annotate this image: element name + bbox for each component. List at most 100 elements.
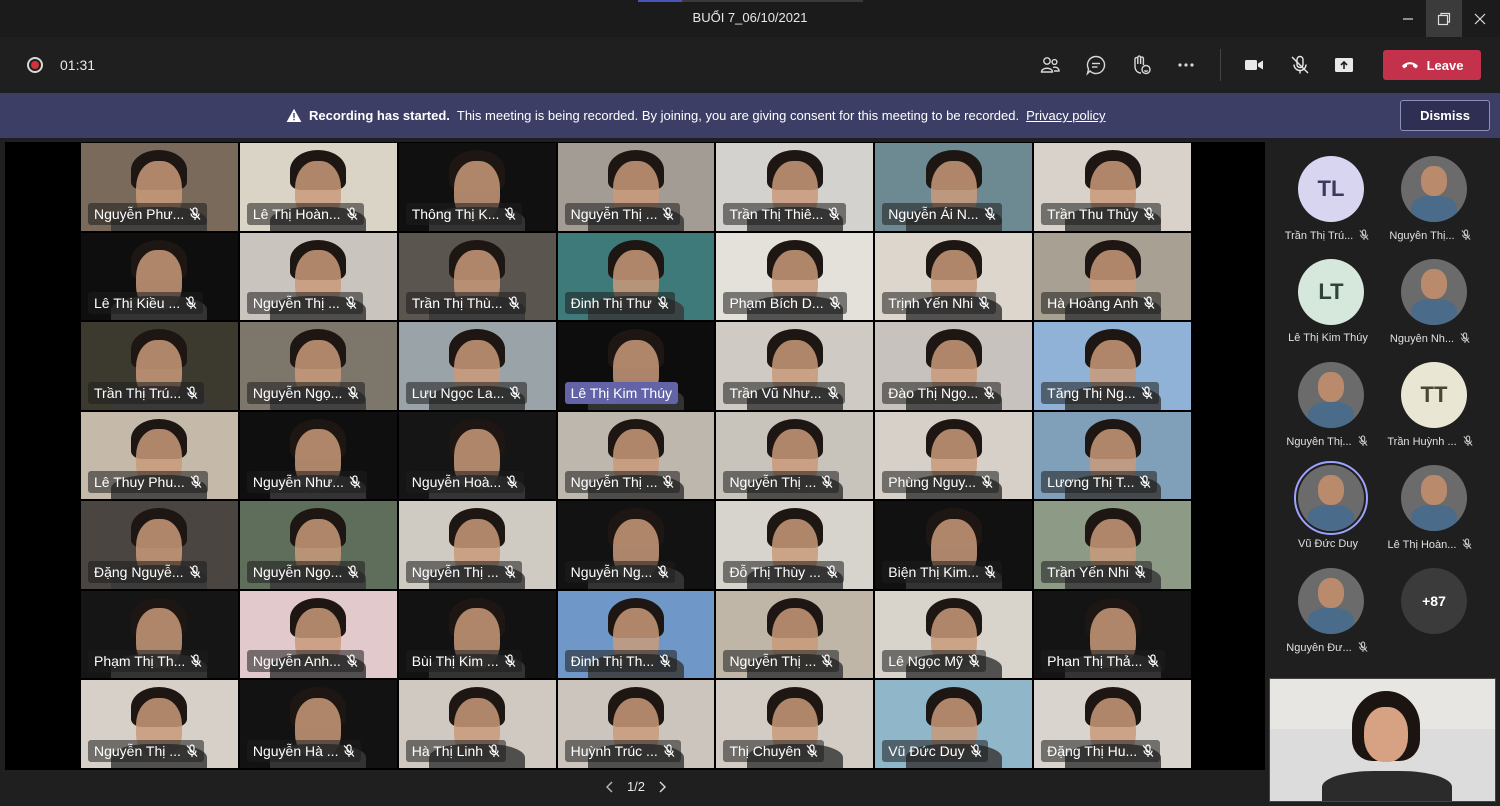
video-tile[interactable]: Tăng Thị Ng... — [1033, 321, 1193, 411]
video-tile[interactable]: Thị Chuyên — [715, 679, 875, 769]
video-tile[interactable]: Huỳnh Trúc ... — [556, 679, 716, 769]
video-tile[interactable]: Lê Thị Kiều ... — [80, 231, 239, 322]
video-tile[interactable]: Nguyễn Ngọ... — [238, 321, 398, 411]
participant-nameplate: Lê Ngọc Mỹ — [882, 650, 986, 673]
video-tile[interactable]: Nguyễn Thị ... — [715, 589, 875, 680]
participant-avatar-card[interactable]: TL Trần Thị Trú... — [1268, 142, 1384, 242]
participant-avatar-card[interactable]: TT Trần Huỳnh ... — [1371, 348, 1487, 448]
participant-avatar-card[interactable]: Vũ Đức Duy — [1268, 451, 1384, 551]
video-tile[interactable]: Đặng Thị Hu... — [1033, 679, 1193, 769]
video-tile[interactable]: Hà Hoàng Anh — [1033, 231, 1193, 322]
video-tile[interactable]: Trần Yến Nhi — [1033, 500, 1193, 590]
video-tile[interactable]: Nguyễn Thị ... — [238, 231, 398, 322]
close-window-button[interactable] — [1462, 0, 1498, 37]
chat-button[interactable] — [1082, 51, 1110, 79]
video-tile[interactable]: Đặng Nguyễ... — [80, 500, 239, 590]
video-tile[interactable]: Nguyễn Như... — [238, 410, 398, 501]
video-tile[interactable]: Trịnh Yến Nhi — [874, 231, 1034, 322]
chevron-left-icon[interactable] — [605, 781, 615, 793]
mic-muted-icon — [504, 654, 516, 668]
video-tile[interactable]: Lê Thuy Phu... — [80, 410, 239, 501]
mic-muted-icon — [970, 744, 982, 758]
video-tile[interactable]: Phan Thị Thả... — [1033, 589, 1193, 680]
participant-name: Nguyễn Thị ... — [570, 474, 658, 491]
participant-avatar-card[interactable]: LT Lê Thị Kim Thúy — [1268, 245, 1384, 345]
participant-name: Nguyễn Thị ... — [94, 742, 181, 759]
mic-muted-icon — [657, 565, 669, 579]
microphone-button[interactable] — [1286, 51, 1314, 79]
camera-button[interactable] — [1240, 51, 1268, 79]
participant-name: Trần Vũ Như... — [729, 384, 822, 401]
participant-nameplate: Nguyễn Ng... — [564, 560, 676, 583]
video-tile[interactable]: Nguyễn Thị ... — [397, 500, 557, 590]
video-tile[interactable]: Nguyễn Thị ... — [556, 142, 716, 232]
video-tile[interactable]: Đinh Thị Th... — [556, 589, 716, 680]
participant-avatar-card[interactable]: Nguyễn Thị... — [1268, 348, 1384, 448]
video-tile[interactable]: Nguyễn Anh... — [238, 589, 398, 680]
participant-name: Đặng Nguyễ... — [94, 563, 184, 580]
video-tile[interactable]: Lê Ngọc Mỹ — [874, 589, 1034, 680]
more-options-button[interactable] — [1172, 51, 1200, 79]
participant-avatar-card[interactable]: Nguyễn Đư... — [1268, 554, 1384, 654]
video-tile[interactable]: Hà Thị Linh — [397, 679, 557, 769]
avatar-initials: +87 — [1422, 593, 1446, 609]
close-icon — [1474, 13, 1486, 24]
video-tile[interactable]: Nguyễn Ngọ... — [238, 500, 398, 590]
video-tile[interactable]: Phạm Thị Th... — [80, 589, 239, 680]
participant-avatar-card[interactable]: Lê Thị Hoàn... — [1371, 451, 1487, 551]
video-tile[interactable]: Nguyễn Ái N... — [874, 142, 1034, 232]
chevron-right-icon[interactable] — [657, 781, 667, 793]
video-tile[interactable]: Trần Thu Thủy — [1033, 142, 1193, 232]
participant-avatar-card[interactable]: Nguyễn Nh... — [1371, 245, 1487, 345]
video-tile[interactable]: Vũ Đức Duy — [874, 679, 1034, 769]
participants-button[interactable] — [1036, 51, 1064, 79]
participant-name: Nguyễn Hoà... — [411, 474, 502, 491]
participant-name: Nguyễn Thị... — [1389, 230, 1455, 242]
video-tile[interactable]: Đỗ Thị Thùy ... — [715, 500, 875, 590]
video-tile[interactable]: Nguyễn Hoà... — [397, 410, 557, 501]
leave-button[interactable]: Leave — [1383, 50, 1481, 80]
participant-avatar-card[interactable]: Nguyễn Thị... — [1371, 142, 1487, 242]
video-tile[interactable]: Đinh Thị Thư — [556, 231, 716, 322]
video-tile[interactable]: Trần Thị Trú... — [80, 321, 239, 411]
video-tile[interactable]: Bùi Thị Kim ... — [397, 589, 557, 680]
video-tile[interactable]: Nguyễn Thị ... — [556, 410, 716, 501]
video-tile[interactable]: Lương Thị T... — [1033, 410, 1193, 501]
video-tile[interactable]: Lưu Ngọc La... — [397, 321, 557, 411]
mic-muted-icon — [662, 475, 674, 489]
participant-nameplate: Bùi Thị Kim ... — [405, 650, 522, 673]
mic-muted-icon — [349, 475, 361, 489]
participant-nameplate: Nguyễn Ngọ... — [246, 560, 366, 583]
participant-name: Lương Thị T... — [1047, 474, 1135, 491]
mic-muted-icon — [509, 386, 521, 400]
video-tile[interactable]: Thông Thị K... — [397, 142, 557, 232]
video-tile[interactable]: Lê Thị Hoàn... — [238, 142, 398, 232]
video-tile[interactable]: Biện Thị Kim... — [874, 500, 1034, 590]
reactions-button[interactable] — [1127, 51, 1155, 79]
participant-name: Đỗ Thị Thùy ... — [729, 563, 821, 580]
self-view-video[interactable] — [1269, 678, 1496, 802]
privacy-policy-link[interactable]: Privacy policy — [1026, 108, 1105, 123]
video-tile[interactable]: Lê Thị Kim Thúy — [556, 321, 716, 411]
video-tile[interactable]: Nguyễn Hà ... — [238, 679, 398, 769]
video-tile[interactable]: Nguyễn Phư... — [80, 142, 239, 232]
participant-nameplate: Lê Thị Hoàn... — [246, 202, 364, 225]
more-participants-button[interactable]: +87 — [1371, 554, 1487, 654]
video-tile[interactable]: Nguyễn Thị ... — [715, 410, 875, 501]
video-tile[interactable]: Nguyễn Thị ... — [80, 679, 239, 769]
video-tile[interactable]: Trần Vũ Như... — [715, 321, 875, 411]
participant-name: Trần Yến Nhi — [1047, 563, 1129, 580]
video-tile[interactable]: Trần Thị Thiê... — [715, 142, 875, 232]
video-tile[interactable]: Nguyễn Ng... — [556, 500, 716, 590]
restore-button[interactable] — [1426, 0, 1462, 37]
participant-nameplate: Trần Yến Nhi — [1041, 560, 1152, 583]
minimize-button[interactable] — [1390, 0, 1426, 37]
share-screen-button[interactable] — [1330, 51, 1358, 79]
dismiss-button[interactable]: Dismiss — [1400, 100, 1490, 131]
video-tile[interactable]: Phùng Nguy... — [874, 410, 1034, 501]
video-tile[interactable]: Trần Thị Thù... — [397, 231, 557, 322]
video-tile[interactable]: Đào Thị Ngọ... — [874, 321, 1034, 411]
video-tile[interactable]: Phạm Bích D... — [715, 231, 875, 322]
mic-muted-icon — [504, 565, 516, 579]
mic-muted-icon — [488, 744, 500, 758]
